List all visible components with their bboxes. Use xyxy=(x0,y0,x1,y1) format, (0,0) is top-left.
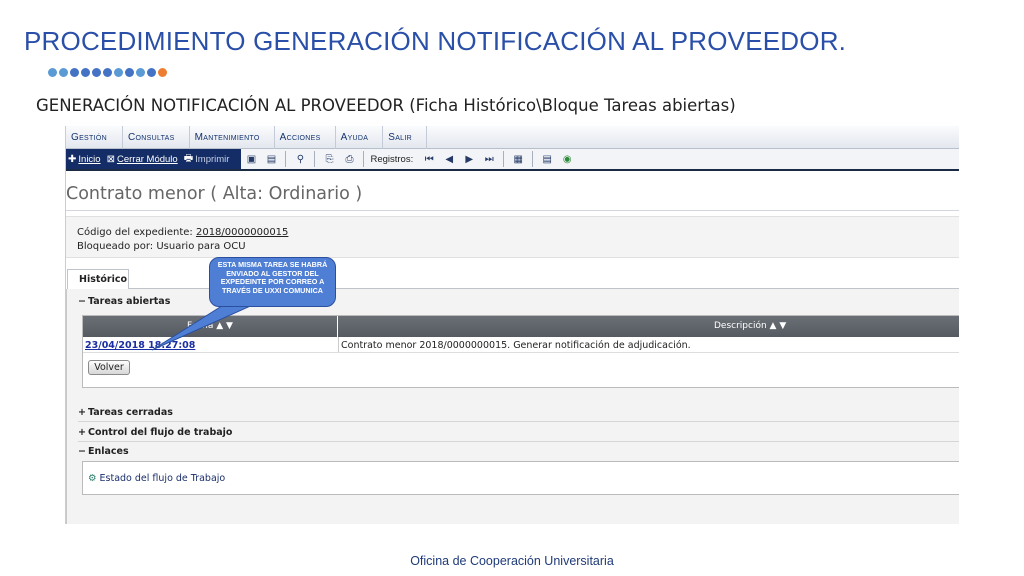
records-label: Registros: xyxy=(370,153,414,165)
print-icon[interactable]: ⎙ xyxy=(341,151,357,167)
decorative-dot xyxy=(92,68,101,77)
callout-note: ESTA MISMA TAREA SE HABRÁ ENVIADO AL GES… xyxy=(209,257,336,307)
toolbar-nav: ✚ Inicio ⊠ Cerrar Módulo 🖶 Imprimir xyxy=(66,149,242,169)
close-module-link[interactable]: Cerrar Módulo xyxy=(117,154,178,165)
collapse-toggle[interactable]: − xyxy=(78,296,88,307)
decorative-dots xyxy=(48,68,167,77)
toolbar-separator xyxy=(363,151,365,167)
menu-item-acciones[interactable]: Acciones xyxy=(275,126,336,149)
slide-title-text: PROCEDIMIENTO GENERACIÓN NOTIFICACIÓN AL… xyxy=(24,26,839,56)
collapse-toggle[interactable]: − xyxy=(78,446,88,457)
column-header-descripcion[interactable]: Descripción ▲ ▼ xyxy=(338,316,959,337)
section-divider xyxy=(78,441,959,442)
close-module-icon[interactable]: ⊠ xyxy=(107,154,115,165)
save-icon[interactable]: ▣ xyxy=(243,151,259,167)
slide-title: PROCEDIMIENTO GENERACIÓN NOTIFICACIÓN AL… xyxy=(24,26,846,57)
decorative-dot xyxy=(147,68,156,77)
expand-toggle[interactable]: + xyxy=(78,407,88,418)
expand-toggle[interactable]: + xyxy=(78,427,88,438)
tab-historico[interactable]: Histórico xyxy=(67,269,129,289)
task-description: Contrato menor 2018/0000000015. Generar … xyxy=(341,340,691,351)
expediente-label: Código del expediente: xyxy=(77,227,196,238)
next-record-icon[interactable]: ▶ xyxy=(461,151,477,167)
world-icon[interactable]: ◉ xyxy=(559,151,575,167)
toolbar-separator xyxy=(532,151,534,167)
first-record-icon[interactable]: ⏮ xyxy=(421,151,437,167)
section-divider xyxy=(78,421,959,422)
title-divider xyxy=(66,210,959,211)
toolbar-separator xyxy=(285,151,287,167)
workflow-state-link[interactable]: ⚙ Estado del flujo de Trabajo xyxy=(88,473,225,484)
toolbar: ✚ Inicio ⊠ Cerrar Módulo 🖶 Imprimir ▣ ▤ … xyxy=(66,149,959,171)
slide-subtitle: GENERACIÓN NOTIFICACIÓN AL PROVEEDOR (Fi… xyxy=(36,96,736,115)
decorative-dot xyxy=(114,68,123,77)
printer-icon[interactable]: 🖶 xyxy=(184,151,193,168)
workflow-state-label: Estado del flujo de Trabajo xyxy=(99,473,226,484)
decorative-dot xyxy=(103,68,112,77)
save-as-icon[interactable]: ▤ xyxy=(263,151,279,167)
decorative-dot xyxy=(81,68,90,77)
home-icon[interactable]: ✚ xyxy=(68,154,76,165)
decorative-dot xyxy=(59,68,68,77)
expediente-value[interactable]: 2018/0000000015 xyxy=(196,227,288,238)
section-links[interactable]: − Enlaces xyxy=(78,446,129,457)
footer-text: Oficina de Cooperación Universitaria xyxy=(410,554,614,568)
callout-pointer xyxy=(151,304,256,351)
expediente-line: Código del expediente: 2018/0000000015 xyxy=(77,226,959,240)
decorative-dot xyxy=(136,68,145,77)
menu-item-gestion[interactable]: Gestión xyxy=(66,126,123,149)
slide-title-period: . xyxy=(838,26,847,56)
cell-divider xyxy=(338,337,339,352)
menu-item-mantenimiento[interactable]: Mantenimiento xyxy=(190,126,275,149)
toolbar-separator xyxy=(314,151,316,167)
menu-item-ayuda[interactable]: Ayuda xyxy=(336,126,384,149)
export-icon[interactable]: ⎘ xyxy=(321,151,337,167)
gears-icon: ⚙ xyxy=(88,473,97,484)
blocked-label: Bloqueado por: xyxy=(77,241,157,252)
print-link[interactable]: Imprimir xyxy=(195,154,229,165)
last-record-icon[interactable]: ⏭ xyxy=(481,151,497,167)
toolbar-separator xyxy=(503,151,505,167)
sort-icon[interactable]: ▲ ▼ xyxy=(767,321,787,331)
section-label: Control del flujo de trabajo xyxy=(88,427,233,438)
section-workflow-control[interactable]: + Control del flujo de trabajo xyxy=(78,427,232,438)
section-label: Enlaces xyxy=(88,446,129,457)
blocked-value: Usuario para OCU xyxy=(156,241,246,252)
form-title: Contrato menor ( Alta: Ordinario ) xyxy=(66,184,363,204)
prev-record-icon[interactable]: ◀ xyxy=(441,151,457,167)
grid-icon[interactable]: ▦ xyxy=(510,151,526,167)
links-box: ⚙ Estado del flujo de Trabajo xyxy=(82,461,959,495)
decorative-dot xyxy=(125,68,134,77)
column-header-label: Descripción xyxy=(714,321,767,331)
menu-bar: Gestión Consultas Mantenimiento Acciones Ayu… xyxy=(66,126,959,149)
section-label: Tareas cerradas xyxy=(88,407,173,418)
menu-item-salir[interactable]: Salir xyxy=(383,126,427,149)
decorative-dot xyxy=(70,68,79,77)
notes-icon[interactable]: ▤ xyxy=(539,151,555,167)
menu-item-consultas[interactable]: Consultas xyxy=(123,126,190,149)
decorative-dot xyxy=(158,68,167,77)
section-closed-tasks[interactable]: + Tareas cerradas xyxy=(78,407,173,418)
search-icon[interactable]: ⚲ xyxy=(292,151,308,167)
home-link[interactable]: Inicio xyxy=(78,154,100,165)
decorative-dot xyxy=(48,68,57,77)
expediente-info: Código del expediente: 2018/0000000015 B… xyxy=(66,216,959,258)
back-button[interactable]: Volver xyxy=(88,360,130,375)
blocked-line: Bloqueado por: Usuario para OCU xyxy=(77,240,959,254)
